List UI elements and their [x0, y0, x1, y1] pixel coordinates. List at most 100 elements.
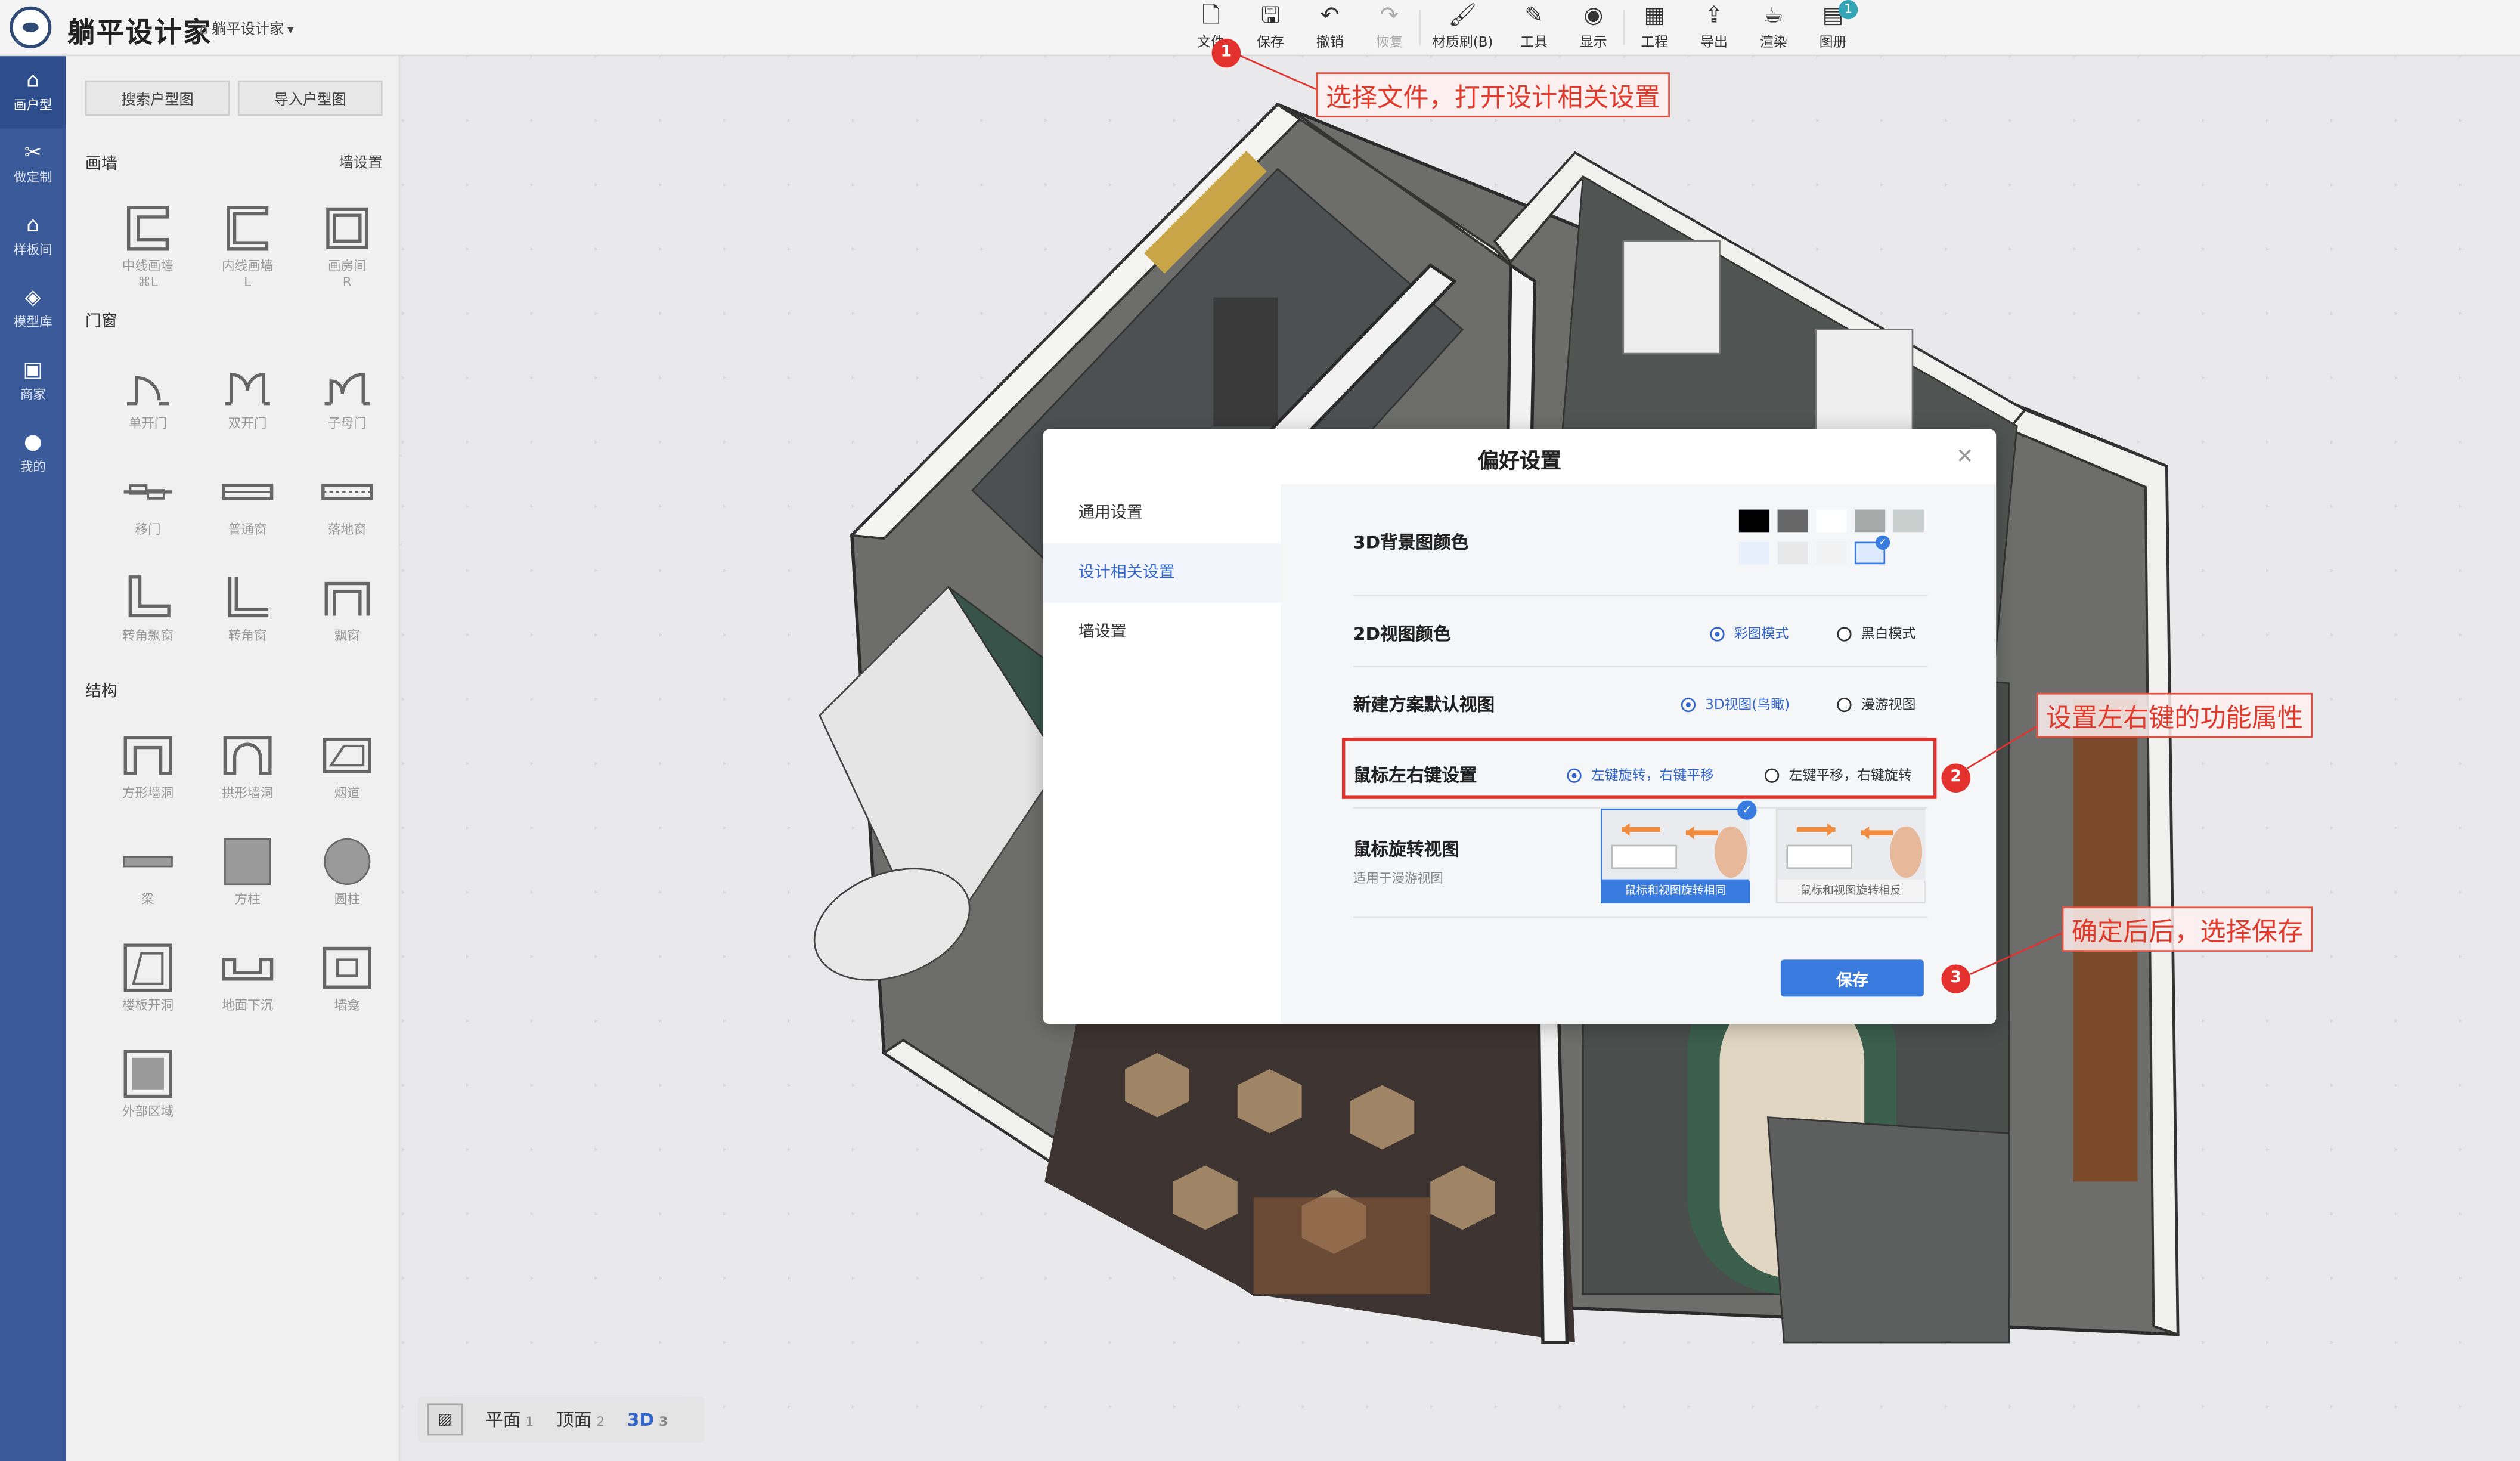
- tool-mother-door[interactable]: 子母门: [297, 358, 397, 465]
- rotate-same-illustration: [1602, 810, 1750, 881]
- tool-slide-door[interactable]: 移门: [98, 465, 197, 571]
- tool-slab-hole[interactable]: 楼板开洞: [98, 940, 197, 1047]
- tool-corner-window[interactable]: 转角窗: [198, 571, 297, 677]
- pillar-square-icon: [220, 834, 275, 889]
- tool-corner-bay[interactable]: 转角飘窗: [98, 571, 197, 677]
- render-icon: ☕: [1763, 3, 1784, 29]
- step-marker-3: 3: [1941, 964, 1971, 994]
- tool-label: 方形墙洞: [122, 786, 174, 801]
- bay-icon: [320, 571, 374, 626]
- tool-inner-wall[interactable]: 内线画墙 L: [198, 201, 297, 307]
- tool-window[interactable]: 普通窗: [198, 465, 297, 571]
- sidebar-item-wall[interactable]: 墙设置: [1043, 603, 1281, 663]
- color-swatch[interactable]: [1777, 541, 1808, 565]
- nav-models[interactable]: ◈ 模型库: [0, 273, 66, 345]
- toolbar-tools-button[interactable]: ✎ 工具: [1504, 0, 1564, 56]
- nav-custom[interactable]: ✂ 做定制: [0, 129, 66, 201]
- color-swatch[interactable]: [1816, 541, 1847, 565]
- color-swatch[interactable]: [1854, 509, 1886, 533]
- tool-outer-area[interactable]: 外部区域: [98, 1047, 197, 1153]
- radio-3d-view[interactable]: 3D视图(鸟瞰): [1681, 695, 1790, 714]
- tool-arch-hole[interactable]: 拱形墙洞: [198, 728, 297, 834]
- pillar-round-icon: [320, 834, 374, 889]
- hole-arch-icon: [220, 728, 275, 783]
- search-floorplan-button[interactable]: 搜索户型图: [85, 80, 230, 116]
- tool-single-door[interactable]: 单开门: [98, 358, 197, 465]
- tool-label: 地面下沉: [222, 998, 274, 1013]
- color-swatch[interactable]: [1738, 541, 1770, 565]
- color-swatch[interactable]: [1738, 509, 1770, 533]
- outer-area-icon: [120, 1047, 175, 1101]
- tool-square-pillar[interactable]: 方柱: [198, 834, 297, 940]
- tool-flue[interactable]: 烟道: [297, 728, 397, 834]
- slab-hole-icon: [120, 940, 175, 995]
- wall-settings-link[interactable]: 墙设置: [339, 151, 383, 172]
- tool-bay[interactable]: 飘窗: [297, 571, 397, 677]
- close-icon[interactable]: ✕: [1956, 445, 1973, 469]
- tool-double-door[interactable]: 双开门: [198, 358, 297, 465]
- toolbar-export-button[interactable]: ⇪ 导出: [1684, 0, 1744, 56]
- import-floorplan-button[interactable]: 导入户型图: [237, 80, 383, 116]
- color-swatch[interactable]: [1777, 509, 1808, 533]
- view-shortcut: 3: [659, 1413, 668, 1429]
- radio-color-mode[interactable]: 彩图模式: [1710, 624, 1789, 643]
- radio-walk-view[interactable]: 漫游视图: [1837, 695, 1915, 714]
- project-selector[interactable]: ⌂ 躺平设计家 ▾: [199, 18, 293, 39]
- view-3d[interactable]: 3D 3: [627, 1409, 668, 1430]
- tool-draw-room[interactable]: 画房间 R: [297, 201, 397, 307]
- tool-panel: 搜索户型图 导入户型图 画墙 墙设置 中线画墙 ⌘L 内线画墙 L 画房间 R 门窗 …: [66, 56, 401, 1461]
- nav-showroom[interactable]: ⌂ 样板间: [0, 201, 66, 273]
- toolbar-render-button[interactable]: ☕ 渲染: [1744, 0, 1803, 56]
- mouse-rotate-sub: 适用于漫游视图: [1353, 871, 1443, 886]
- save-button[interactable]: 保存: [1780, 959, 1924, 997]
- wall-inner-icon: [220, 201, 275, 256]
- toolbar-brush-button[interactable]: 🖌 材质刷(B): [1421, 0, 1504, 56]
- dialog-title: 偏好设置: [1477, 450, 1561, 475]
- option-rotate-same[interactable]: 鼠标和视图旋转相同 ✓: [1601, 800, 1757, 904]
- window-corner-icon: [220, 571, 275, 626]
- view-label: 顶面: [556, 1410, 592, 1431]
- color-swatch[interactable]: [1893, 509, 1924, 533]
- wall-tools-grid: 中线画墙 ⌘L 内线画墙 L 画房间 R: [98, 201, 396, 307]
- tool-floor-sink[interactable]: 地面下沉: [198, 940, 297, 1047]
- nav-floorplan[interactable]: ⌂ 画户型: [0, 56, 66, 129]
- toolbar-album-button[interactable]: ▤ 图册 1: [1803, 0, 1863, 56]
- view-label: 3D: [627, 1409, 655, 1430]
- tool-label: 梁: [141, 892, 154, 907]
- tool-center-wall[interactable]: 中线画墙 ⌘L: [98, 201, 197, 307]
- tool-niche[interactable]: 墙龛: [297, 940, 397, 1047]
- tool-beam[interactable]: 梁: [98, 834, 197, 940]
- layer-toggle-icon[interactable]: ▨: [427, 1403, 463, 1436]
- radio-label: 3D视图(鸟瞰): [1705, 697, 1790, 714]
- save-icon: 🖫: [1260, 3, 1281, 29]
- check-icon: ✓: [1875, 535, 1890, 550]
- color-swatch[interactable]: ✓: [1854, 535, 1890, 565]
- tool-square-hole[interactable]: 方形墙洞: [98, 728, 197, 834]
- toolbar-project-button[interactable]: ▦ 工程: [1625, 0, 1684, 56]
- sidebar-item-design[interactable]: 设计相关设置: [1043, 543, 1281, 603]
- row-bg-color: 3D背景图颜色 ✓: [1353, 484, 1927, 597]
- file-icon: 🗋: [1202, 3, 1220, 29]
- tools-icon: ✎: [1524, 3, 1543, 29]
- tool-floor-window[interactable]: 落地窗: [297, 465, 397, 571]
- nav-shop[interactable]: ▣ 商家: [0, 346, 66, 418]
- tool-round-pillar[interactable]: 圆柱: [297, 834, 397, 940]
- tool-label: 落地窗: [327, 522, 367, 537]
- sidebar-item-general[interactable]: 通用设置: [1043, 484, 1281, 543]
- view-shortcut: 2: [596, 1414, 605, 1429]
- toolbar-display-button[interactable]: ◉ 显示: [1564, 0, 1623, 56]
- row-default-view: 新建方案默认视图 3D视图(鸟瞰) 漫游视图: [1353, 667, 1927, 738]
- view-plan[interactable]: 平面 1: [485, 1407, 534, 1432]
- color-swatch[interactable]: [1816, 509, 1847, 533]
- radio-dot: [1837, 697, 1852, 711]
- section-title-walls: 画墙: [85, 156, 117, 174]
- nav-mine[interactable]: ● 我的: [0, 418, 66, 490]
- bg-color-label: 3D背景图颜色: [1353, 532, 1469, 553]
- view-ceiling[interactable]: 顶面 2: [556, 1407, 605, 1432]
- window-icon: [220, 465, 275, 519]
- toolbar-redo-button[interactable]: ↷ 恢复: [1360, 0, 1419, 56]
- tool-label: 中线画墙: [122, 259, 174, 274]
- radio-bw-mode[interactable]: 黑白模式: [1837, 624, 1915, 643]
- option-rotate-opposite[interactable]: 鼠标和视图旋转相反: [1775, 808, 1926, 904]
- custom-icon: ✂: [24, 141, 42, 166]
